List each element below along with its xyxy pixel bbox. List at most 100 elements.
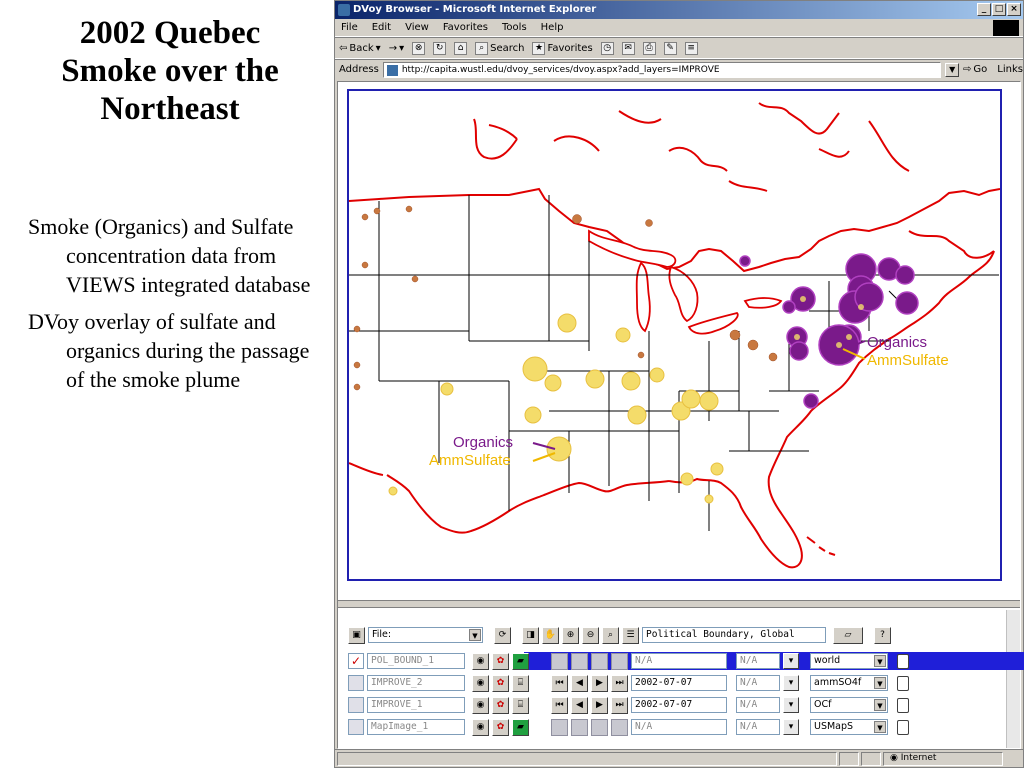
first-frame-icon[interactable]: [551, 718, 568, 736]
layer-name-field[interactable]: MapImage_1: [367, 719, 465, 735]
discuss-icon[interactable]: ≡: [684, 41, 698, 55]
print-icon[interactable]: ⎙: [642, 41, 656, 55]
zoom-in-icon[interactable]: ⊕: [562, 626, 579, 644]
first-frame-icon[interactable]: [551, 652, 568, 670]
site-marker: [353, 383, 361, 391]
delete-layer-icon[interactable]: [897, 653, 909, 669]
menu-file[interactable]: File: [341, 22, 358, 33]
map-layer-icon[interactable]: ▰: [512, 718, 529, 736]
reload-layer-icon[interactable]: ⟳: [494, 626, 511, 644]
links-button[interactable]: Links: [997, 64, 1023, 75]
cylinder-icon[interactable]: ⌸: [512, 696, 529, 714]
param-dropdown-icon[interactable]: ▾: [783, 653, 799, 669]
delete-layer-icon[interactable]: [897, 675, 909, 691]
last-frame-icon[interactable]: ⏭: [611, 674, 628, 692]
eye-icon[interactable]: ◉: [472, 652, 489, 670]
window-titlebar[interactable]: DVoy Browser - Microsoft Internet Explor…: [335, 1, 1023, 19]
layer-visible-checkbox[interactable]: [348, 697, 364, 713]
layer-style-select[interactable]: ammSO4f ▼: [810, 675, 888, 691]
toolbar: ⇦ Back ▾ → ▾ ⊗ ↻ ⌂ ⌕ Search ★ Favorites ◷ ✉…: [335, 37, 1023, 59]
last-frame-icon[interactable]: ⏭: [611, 696, 628, 714]
layer-date-field[interactable]: N/A: [631, 719, 727, 735]
eye-icon[interactable]: ◉: [472, 674, 489, 692]
boundary-field[interactable]: Political Boundary, Global: [642, 627, 826, 643]
stop-icon[interactable]: ⊗: [412, 41, 426, 55]
address-input[interactable]: http://capita.wustl.edu/dvoy_services/dv…: [382, 61, 942, 78]
param-dropdown-icon[interactable]: ▾: [783, 675, 799, 691]
vertical-scrollbar[interactable]: [1006, 610, 1020, 748]
layer-style-select[interactable]: OCf ▼: [810, 697, 888, 713]
eye-icon[interactable]: ◉: [472, 718, 489, 736]
param-dropdown-icon[interactable]: ▾: [783, 697, 799, 713]
layer-param-field[interactable]: N/A: [736, 719, 780, 735]
edit-icon[interactable]: ✎: [663, 41, 677, 55]
refresh-icon[interactable]: ↻: [433, 41, 447, 55]
search-button[interactable]: ⌕ Search: [475, 41, 524, 55]
pan-icon[interactable]: ✋: [542, 626, 559, 644]
go-button[interactable]: ⇨ Go: [963, 64, 987, 75]
layer-name-field[interactable]: IMPROVE_2: [367, 675, 465, 691]
palette-icon[interactable]: ✿: [492, 718, 509, 736]
home-icon[interactable]: ⌂: [454, 41, 468, 55]
layer-style-select[interactable]: world ▼: [810, 653, 888, 669]
layer-visible-checkbox[interactable]: [348, 719, 364, 735]
help-icon[interactable]: ?: [874, 626, 891, 644]
prev-frame-icon[interactable]: ◀: [571, 674, 588, 692]
layer-date-field[interactable]: 2002-07-07: [631, 697, 727, 713]
layer-param-field[interactable]: N/A: [736, 653, 780, 669]
address-dropdown-icon[interactable]: ▼: [945, 62, 960, 77]
layer-name-field[interactable]: IMPROVE_1: [367, 697, 465, 713]
map-layer-icon[interactable]: ▰: [512, 652, 529, 670]
prev-frame-icon[interactable]: ◀: [571, 696, 588, 714]
layer-style-select[interactable]: USMapS ▼: [810, 719, 888, 735]
menu-edit[interactable]: Edit: [372, 22, 391, 33]
last-frame-icon[interactable]: [611, 718, 628, 736]
eraser-icon[interactable]: ▱: [833, 626, 863, 644]
next-frame-icon[interactable]: ▶: [591, 696, 608, 714]
folder-icon[interactable]: ◨: [522, 626, 539, 644]
next-frame-icon[interactable]: [591, 652, 608, 670]
mail-icon[interactable]: ✉: [621, 41, 635, 55]
close-button[interactable]: ×: [1007, 3, 1021, 16]
prev-frame-icon[interactable]: [571, 718, 588, 736]
eye-icon[interactable]: ◉: [472, 696, 489, 714]
maximize-button[interactable]: □: [992, 3, 1006, 16]
next-frame-icon[interactable]: [591, 718, 608, 736]
last-frame-icon[interactable]: [611, 652, 628, 670]
us-map[interactable]: Organics AmmSulfate Organics AmmSulfate: [348, 91, 1001, 579]
palette-icon[interactable]: ✿: [492, 652, 509, 670]
palette-icon[interactable]: ✿: [492, 696, 509, 714]
first-frame-icon[interactable]: ⏮: [551, 696, 568, 714]
prev-frame-icon[interactable]: [571, 652, 588, 670]
cylinder-icon[interactable]: ⌸: [512, 674, 529, 692]
layer-param-field[interactable]: N/A: [736, 697, 780, 713]
menu-favorites[interactable]: Favorites: [443, 22, 488, 33]
favorites-button[interactable]: ★ Favorites: [532, 41, 593, 55]
legend-icon[interactable]: ☰: [622, 626, 639, 644]
layer-date-field[interactable]: 2002-07-07: [631, 675, 727, 691]
frame-divider[interactable]: [338, 600, 1020, 608]
menu-view[interactable]: View: [405, 22, 429, 33]
layer-name-field[interactable]: POL_BOUND_1: [367, 653, 465, 669]
layer-visible-checkbox[interactable]: ✓: [348, 653, 364, 669]
param-dropdown-icon[interactable]: ▾: [783, 719, 799, 735]
history-icon[interactable]: ◷: [600, 41, 614, 55]
map-frame[interactable]: Organics AmmSulfate Organics AmmSulfate: [347, 89, 1002, 581]
back-button[interactable]: ⇦ Back ▾: [339, 43, 381, 54]
file-select[interactable]: File: ▼: [368, 627, 483, 643]
next-frame-icon[interactable]: ▶: [591, 674, 608, 692]
layer-date-field[interactable]: N/A: [631, 653, 727, 669]
menu-tools[interactable]: Tools: [502, 22, 527, 33]
forward-button[interactable]: → ▾: [389, 43, 404, 54]
menu-help[interactable]: Help: [541, 22, 564, 33]
layer-visible-checkbox[interactable]: [348, 675, 364, 691]
layer-param-field[interactable]: N/A: [736, 675, 780, 691]
save-icon[interactable]: ▣: [348, 626, 365, 644]
zoom-extent-icon[interactable]: ⌕: [602, 626, 619, 644]
first-frame-icon[interactable]: ⏮: [551, 674, 568, 692]
palette-icon[interactable]: ✿: [492, 674, 509, 692]
delete-layer-icon[interactable]: [897, 697, 909, 713]
minimize-button[interactable]: _: [977, 3, 991, 16]
zoom-out-icon[interactable]: ⊖: [582, 626, 599, 644]
delete-layer-icon[interactable]: [897, 719, 909, 735]
